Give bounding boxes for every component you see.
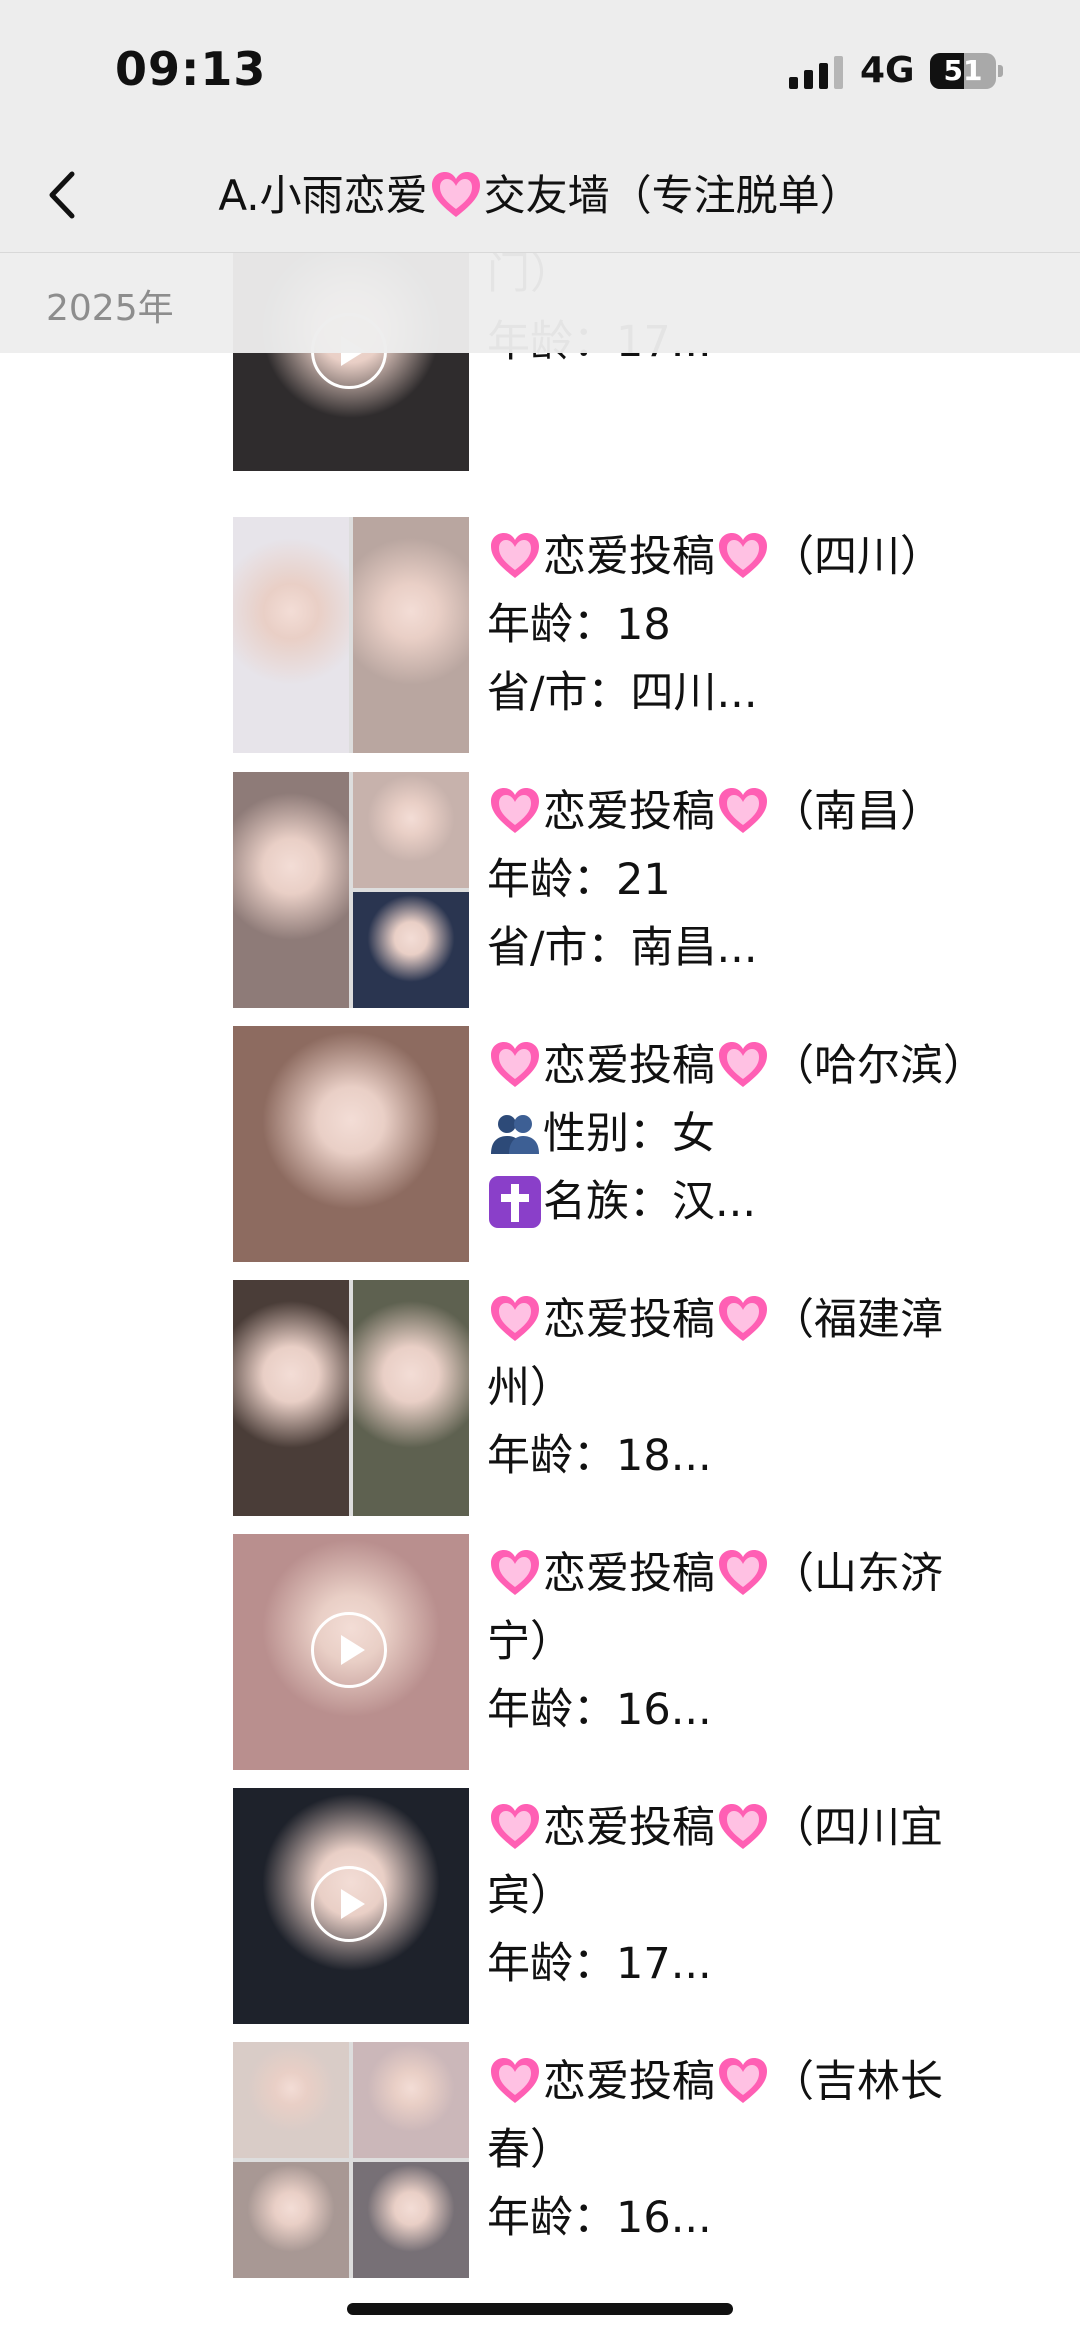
page-title: A.小雨恋爱 交友墙（专注脱单） <box>110 162 970 230</box>
post-text-line: 年龄：16... <box>487 1685 712 1735</box>
post-summary: 恋爱投稿 （吉林长春） 年龄：16... <box>487 2048 1007 2252</box>
heart-icon <box>491 1041 539 1087</box>
post-text-line: 年龄：17... <box>487 1939 712 1989</box>
heart-icon <box>491 1803 539 1849</box>
photo-thumbnail[interactable] <box>233 1026 469 1262</box>
photo-thumbnail[interactable] <box>233 772 469 1008</box>
photo-image <box>233 2162 349 2278</box>
heart-icon <box>719 1549 767 1595</box>
photo-image <box>233 2042 349 2158</box>
video-thumbnail[interactable] <box>233 1534 469 1770</box>
video-thumbnail[interactable] <box>233 1788 469 2024</box>
photo-image <box>233 517 349 753</box>
post-text-line: 恋爱投稿 （四川宜 <box>487 1794 1007 1862</box>
status-time: 09:13 <box>115 42 267 96</box>
post-text-line: 州） <box>487 1363 573 1413</box>
heart-icon <box>719 787 767 833</box>
heart-icon <box>491 787 539 833</box>
network-type: 4G <box>860 50 915 91</box>
photo-image <box>233 1280 349 1516</box>
home-indicator[interactable] <box>347 2303 733 2315</box>
post-text-line: 宁） <box>487 1617 573 1667</box>
year-label: 2025年 <box>46 288 174 329</box>
photo-thumbnail[interactable] <box>233 1280 469 1516</box>
photo-thumbnail[interactable] <box>233 2042 469 2278</box>
photo-image <box>353 517 469 753</box>
heart-icon <box>491 532 539 578</box>
battery-level: 51 <box>943 54 983 87</box>
status-bar: 09:13 4G 51 <box>0 0 1080 140</box>
post-text-line: 年龄：18 <box>487 600 671 650</box>
post-text-line: 恋爱投稿 （南昌） <box>487 778 1007 846</box>
post-summary: 恋爱投稿 （哈尔滨） 性别：女 名族：汉... <box>487 1032 1007 1236</box>
navigation-bar: A.小雨恋爱 交友墙（专注脱单） <box>0 140 1080 253</box>
back-button[interactable] <box>30 160 100 230</box>
post-text-line: 年龄：16... <box>487 2193 712 2243</box>
heart-icon <box>719 532 767 578</box>
heart-icon <box>719 1803 767 1849</box>
heart-icon <box>491 1295 539 1341</box>
post-text-line: 宾） <box>487 1871 573 1921</box>
photo-image <box>353 772 469 888</box>
heart-icon <box>491 2057 539 2103</box>
post-text-line: 性别：女 <box>487 1100 1007 1168</box>
heart-icon <box>491 1549 539 1595</box>
photo-image <box>233 1026 469 1262</box>
post-summary: 恋爱投稿 （四川宜宾） 年龄：17... <box>487 1794 1007 1998</box>
year-section-header: 2025年 <box>0 253 1080 353</box>
post-text-line: 年龄：18... <box>487 1431 712 1481</box>
heart-icon <box>719 1041 767 1087</box>
heart-icon <box>431 171 480 217</box>
battery-icon: 51 <box>930 53 1003 89</box>
chevron-left-icon <box>49 171 75 219</box>
photo-image <box>353 2042 469 2158</box>
post-text-line: 恋爱投稿 （吉林长 <box>487 2048 1007 2116</box>
post-text-line: 恋爱投稿 （四川） <box>487 523 1007 591</box>
photo-image <box>353 1280 469 1516</box>
post-summary: 恋爱投稿 （南昌） 年龄：21 省/市：南昌... <box>487 778 1007 982</box>
post-summary: 恋爱投稿 （四川） 年龄：18 省/市：四川... <box>487 523 1007 727</box>
post-summary: 恋爱投稿 （福建漳州） 年龄：18... <box>487 1286 1007 1490</box>
post-text-line: 名族：汉... <box>487 1168 1007 1236</box>
post-text-line: 省/市：四川... <box>487 668 758 718</box>
post-text-line: 年龄：21 <box>487 855 671 905</box>
photo-thumbnail[interactable] <box>233 517 469 753</box>
photo-image <box>233 772 349 1008</box>
post-text-line: 恋爱投稿 （福建漳 <box>487 1286 1007 1354</box>
heart-icon <box>719 1295 767 1341</box>
photo-image <box>353 892 469 1008</box>
post-text-line: 恋爱投稿 （哈尔滨） <box>487 1032 1007 1100</box>
people-icon <box>487 1106 543 1162</box>
cross-icon <box>487 1174 543 1230</box>
post-summary: 恋爱投稿 （山东济宁） 年龄：16... <box>487 1540 1007 1744</box>
post-text-line: 春） <box>487 2125 573 2175</box>
post-text-line: 省/市：南昌... <box>487 923 758 973</box>
post-text-line: 恋爱投稿 （山东济 <box>487 1540 1007 1608</box>
play-icon[interactable] <box>311 1866 387 1942</box>
signal-icon <box>789 55 845 89</box>
heart-icon <box>719 2057 767 2103</box>
play-icon[interactable] <box>311 1612 387 1688</box>
photo-image <box>353 2162 469 2278</box>
